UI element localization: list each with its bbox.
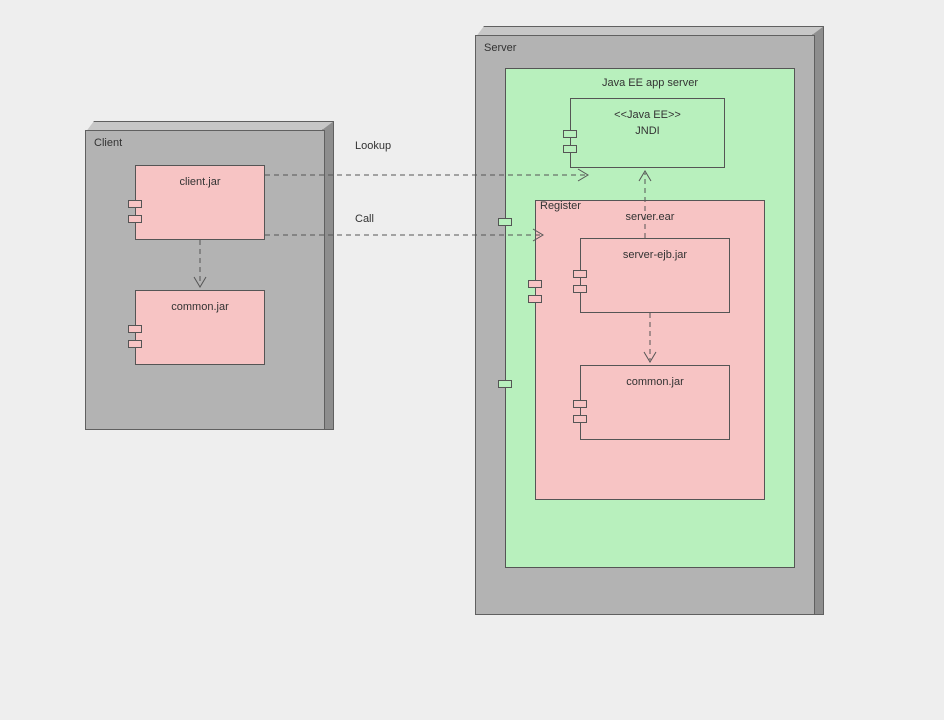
edge-label-lookup: Lookup [355, 140, 391, 152]
edge-label-register: Register [540, 200, 581, 212]
connectors-layer [0, 0, 944, 720]
deployment-diagram: Client client.jar common.jar Server Java… [0, 0, 944, 720]
edge-label-call: Call [355, 213, 374, 225]
